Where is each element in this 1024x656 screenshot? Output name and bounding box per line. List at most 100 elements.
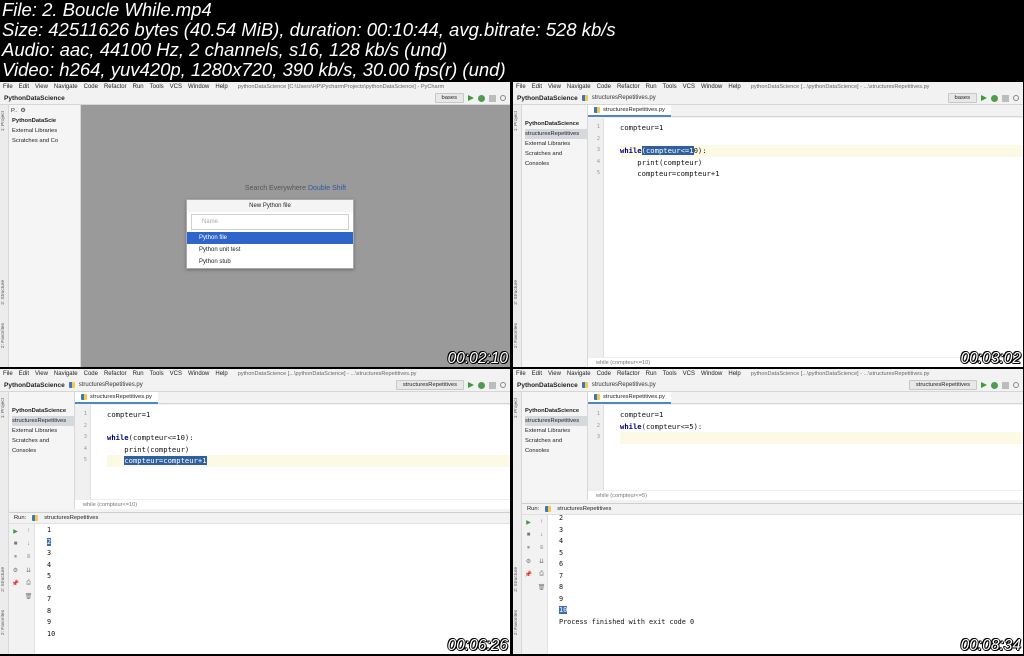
menu-file[interactable]: File xyxy=(516,371,526,377)
tree-item-project[interactable]: PythonDataScience xyxy=(525,119,587,129)
debug-icon[interactable] xyxy=(478,94,485,102)
pause-icon[interactable]: ⏸ xyxy=(522,545,535,552)
menu-edit[interactable]: Edit xyxy=(532,371,542,377)
debug-icon[interactable] xyxy=(991,94,998,102)
code-editor[interactable]: 1 2 3 4 5 compteur=1 while(compteur<=10)… xyxy=(588,118,1023,367)
menu-vcs[interactable]: VCS xyxy=(683,84,695,90)
search-icon[interactable] xyxy=(1013,95,1019,101)
menu-window[interactable]: Window xyxy=(701,84,722,90)
favorites-tool-tab[interactable]: 2: Favorites xyxy=(514,610,519,635)
settings-icon[interactable]: ⚙ xyxy=(9,567,22,574)
stop-icon[interactable] xyxy=(1002,381,1009,389)
project-view-select[interactable]: P.. xyxy=(11,108,17,114)
menu-help[interactable]: Help xyxy=(215,371,227,377)
wrap-icon[interactable]: ≡ xyxy=(22,554,35,560)
structure-tool-tab[interactable]: 2: Structure xyxy=(514,567,519,592)
run-config-select[interactable]: bases xyxy=(434,93,464,103)
tree-item-scratches[interactable]: Scratches and Consoles xyxy=(525,436,587,456)
tree-item-external-libraries[interactable]: External Libraries xyxy=(525,139,587,149)
menu-file[interactable]: File xyxy=(3,371,13,377)
console-output[interactable]: 1 2 3 4 5 6 7 8 9 10 xyxy=(47,525,55,640)
menu-refactor[interactable]: Refactor xyxy=(104,84,127,90)
menu-code[interactable]: Code xyxy=(84,84,98,90)
stop-icon[interactable]: ■ xyxy=(522,532,535,538)
stop-icon[interactable] xyxy=(1002,94,1009,102)
menu-code[interactable]: Code xyxy=(597,371,611,377)
option-python-file[interactable]: Python file xyxy=(187,232,353,244)
code-breadcrumb[interactable]: while (compteur<=10) xyxy=(75,499,510,509)
run-tab[interactable]: structuresRepetitives xyxy=(557,506,611,512)
menu-run[interactable]: Run xyxy=(646,371,657,377)
print-icon[interactable]: ⎙ xyxy=(22,580,35,587)
tree-item-scratches[interactable]: Scratches and Consoles xyxy=(525,149,587,169)
pin-icon[interactable]: 📌 xyxy=(9,580,22,587)
tree-item-external-libraries[interactable]: External Libraries xyxy=(12,126,80,136)
file-crumb[interactable]: structuresRepetitives.py xyxy=(79,382,143,388)
file-crumb[interactable]: structuresRepetitives.py xyxy=(592,382,656,388)
code-editor[interactable]: 1 2 3 4 5 compteur=1 while(compteur<=10)… xyxy=(75,405,510,509)
run-config-select[interactable]: structuresRepetitives xyxy=(395,380,464,390)
favorites-tool-tab[interactable]: 2: Favorites xyxy=(1,323,6,348)
menu-tools[interactable]: Tools xyxy=(150,84,164,90)
stop-icon[interactable]: ■ xyxy=(9,541,22,547)
menu-edit[interactable]: Edit xyxy=(19,84,29,90)
structure-tool-tab[interactable]: 2: Structure xyxy=(1,567,6,592)
down-arrow-icon[interactable]: ↓ xyxy=(22,541,35,547)
up-arrow-icon[interactable]: ↑ xyxy=(22,528,35,534)
menu-run[interactable]: Run xyxy=(646,84,657,90)
scroll-end-icon[interactable]: ⇊ xyxy=(22,567,35,574)
menu-run[interactable]: Run xyxy=(133,371,144,377)
stop-icon[interactable] xyxy=(489,381,496,389)
menu-code[interactable]: Code xyxy=(597,84,611,90)
menu-navigate[interactable]: Navigate xyxy=(567,371,591,377)
pause-icon[interactable]: ⏸ xyxy=(9,554,22,561)
project-tool-tab[interactable]: 1: Project xyxy=(1,111,6,131)
menu-file[interactable]: File xyxy=(516,84,526,90)
favorites-tool-tab[interactable]: 2: Favorites xyxy=(1,610,6,635)
search-icon[interactable] xyxy=(500,382,506,388)
menu-window[interactable]: Window xyxy=(188,84,209,90)
menu-edit[interactable]: Edit xyxy=(19,371,29,377)
menu-vcs[interactable]: VCS xyxy=(170,84,182,90)
scroll-end-icon[interactable]: ⇊ xyxy=(535,558,548,565)
project-name[interactable]: PythonDataScience xyxy=(517,382,578,389)
menu-tools[interactable]: Tools xyxy=(663,371,677,377)
code-breadcrumb[interactable]: while (compteur<=5) xyxy=(588,490,1023,500)
project-tool-tab[interactable]: 1: Project xyxy=(1,398,6,418)
print-icon[interactable]: ⎙ xyxy=(535,571,548,578)
tree-item-file[interactable]: structuresRepetitives xyxy=(525,129,587,139)
favorites-tool-tab[interactable]: 2: Favorites xyxy=(514,323,519,348)
clear-icon[interactable]: 🗑 xyxy=(535,584,548,591)
menu-refactor[interactable]: Refactor xyxy=(617,84,640,90)
search-icon[interactable] xyxy=(1013,382,1019,388)
menu-view[interactable]: View xyxy=(35,84,48,90)
project-name[interactable]: PythonDataScience xyxy=(4,95,65,102)
menu-run[interactable]: Run xyxy=(133,84,144,90)
tree-item-external-libraries[interactable]: External Libraries xyxy=(12,426,74,436)
up-arrow-icon[interactable]: ↑ xyxy=(535,519,548,525)
menu-vcs[interactable]: VCS xyxy=(683,371,695,377)
menu-navigate[interactable]: Navigate xyxy=(54,84,78,90)
file-name-input[interactable]: Name xyxy=(191,214,349,230)
pin-icon[interactable]: 📌 xyxy=(522,571,535,578)
menu-navigate[interactable]: Navigate xyxy=(54,371,78,377)
search-icon[interactable] xyxy=(500,95,506,101)
debug-icon[interactable] xyxy=(991,381,998,389)
editor-tab[interactable]: structuresRepetitives.py xyxy=(588,391,671,404)
tree-item-file[interactable]: structuresRepetitives xyxy=(525,416,587,426)
menu-file[interactable]: File xyxy=(3,84,13,90)
menu-code[interactable]: Code xyxy=(84,371,98,377)
menu-refactor[interactable]: Refactor xyxy=(104,371,127,377)
menu-refactor[interactable]: Refactor xyxy=(617,371,640,377)
structure-tool-tab[interactable]: 2: Structure xyxy=(1,280,6,305)
debug-icon[interactable] xyxy=(478,381,485,389)
settings-icon[interactable]: ⚙ xyxy=(20,108,25,114)
menu-edit[interactable]: Edit xyxy=(532,84,542,90)
menu-window[interactable]: Window xyxy=(701,371,722,377)
menu-window[interactable]: Window xyxy=(188,371,209,377)
menu-navigate[interactable]: Navigate xyxy=(567,84,591,90)
down-arrow-icon[interactable]: ↓ xyxy=(535,532,548,538)
menu-view[interactable]: View xyxy=(548,84,561,90)
option-python-unit-test[interactable]: Python unit test xyxy=(187,244,353,256)
menu-view[interactable]: View xyxy=(548,371,561,377)
